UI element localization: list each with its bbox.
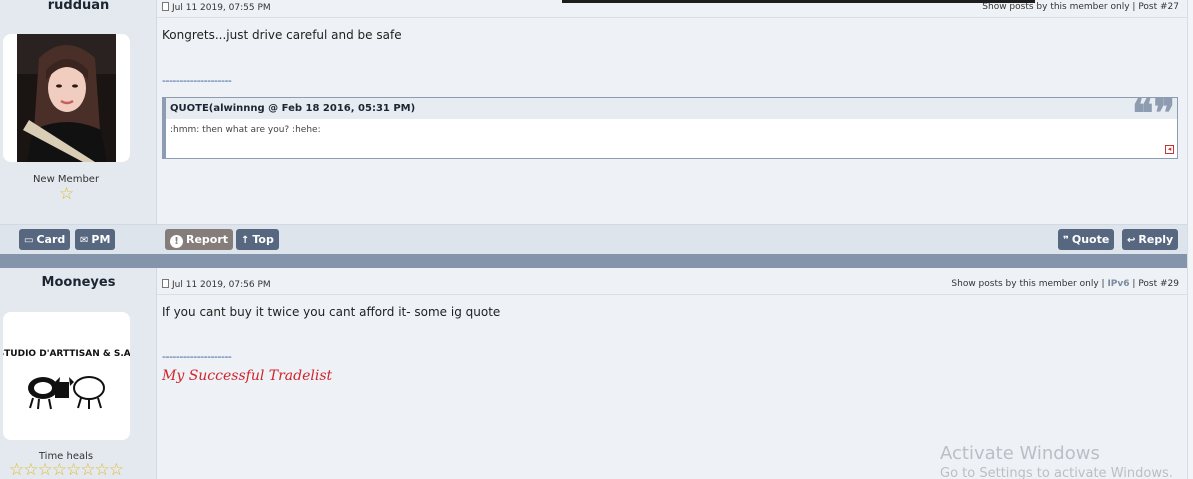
arrow-up-icon: ↑ (241, 235, 250, 246)
post-date: Jul 11 2019, 07:55 PM (162, 2, 271, 13)
post-body: Kongrets...just drive careful and be saf… (162, 28, 402, 42)
overlay-window-edge (562, 0, 1035, 3)
post-header: Jul 11 2019, 07:56 PM Show posts by this… (157, 276, 1187, 295)
quote-title: QUOTE(alwinnng @ Feb 18 2016, 05:31 PM) (166, 98, 1177, 119)
pm-button[interactable]: ✉ PM (75, 229, 116, 250)
exclamation-icon: ! (170, 235, 183, 248)
avatar-image: STUDIO D'ARTTISAN & S.A. (3, 312, 130, 440)
scrollbar[interactable] (1187, 0, 1193, 479)
top-button[interactable]: ↑ Top (236, 229, 279, 250)
post-meta: Show posts by this member only | IPv6 | … (951, 279, 1179, 289)
post-footer: ▭ Card ✉ PM ! Report ↑ Top ❞ Quote ↩ Reply (0, 224, 1187, 254)
username[interactable]: Mooneyes (0, 275, 157, 290)
avatar-logo-text: STUDIO D'ARTTISAN & S.A. (3, 349, 130, 359)
watermark-subtitle: Go to Settings to activate Windows. (940, 466, 1173, 479)
post-meta: Show posts by this member only | Post #2… (982, 2, 1179, 12)
report-button[interactable]: ! Report (165, 229, 234, 250)
signature-divider: -------------------- (162, 74, 232, 87)
rank-stars: ☆ (58, 184, 74, 204)
user-panel: Mooneyes STUDIO D'ARTTISAN & S.A. Time h… (0, 268, 157, 479)
post-date: Jul 11 2019, 07:56 PM (162, 279, 271, 290)
post-content: Jul 11 2019, 07:55 PM Show posts by this… (157, 0, 1187, 254)
show-posts-link[interactable]: Show posts by this member only (982, 2, 1129, 12)
quote-button[interactable]: ❞ Quote (1058, 229, 1115, 250)
expand-quote-icon[interactable]: ◂ (1165, 145, 1174, 154)
post-number[interactable]: Post #27 (1138, 2, 1179, 12)
id-card-icon: ▭ (24, 235, 34, 246)
card-button[interactable]: ▭ Card (19, 229, 71, 250)
post-divider (0, 254, 1187, 268)
watermark-title: Activate Windows (940, 443, 1100, 464)
quote-icon: ❞ (1063, 235, 1069, 246)
activation-watermark: Activate Windows Go to Settings to activ… (940, 443, 1173, 479)
document-icon (162, 279, 169, 288)
reply-button[interactable]: ↩ Reply (1122, 229, 1179, 250)
quote-text: :hmm: then what are you? :hehe: (170, 125, 321, 135)
ipv6-badge: IPv6 (1107, 279, 1130, 289)
tradelist-link[interactable]: My Successful Tradelist (162, 368, 332, 384)
show-posts-link[interactable]: Show posts by this member only (951, 279, 1098, 289)
post-27: rudduan New Member ☆ Jul 11 2019, 07:55 … (0, 0, 1187, 254)
post-body: If you cant buy it twice you cant afford… (162, 305, 501, 319)
envelope-icon: ✉ (80, 235, 89, 246)
quote-box: QUOTE(alwinnng @ Feb 18 2016, 05:31 PM) … (162, 90, 1178, 159)
avatar[interactable] (3, 34, 130, 162)
quote-marks-icon: ❝❞ (1131, 90, 1175, 137)
avatar[interactable]: STUDIO D'ARTTISAN & S.A. (3, 312, 130, 440)
rank-stars: ☆☆☆☆☆☆☆☆ (9, 460, 124, 479)
reply-icon: ↩ (1127, 235, 1136, 246)
username[interactable]: rudduan (0, 0, 157, 13)
user-panel: rudduan New Member ☆ (0, 0, 157, 254)
avatar-image (17, 34, 116, 162)
document-icon (162, 2, 169, 11)
signature-divider: -------------------- (162, 350, 232, 363)
post-number[interactable]: Post #29 (1138, 279, 1179, 289)
